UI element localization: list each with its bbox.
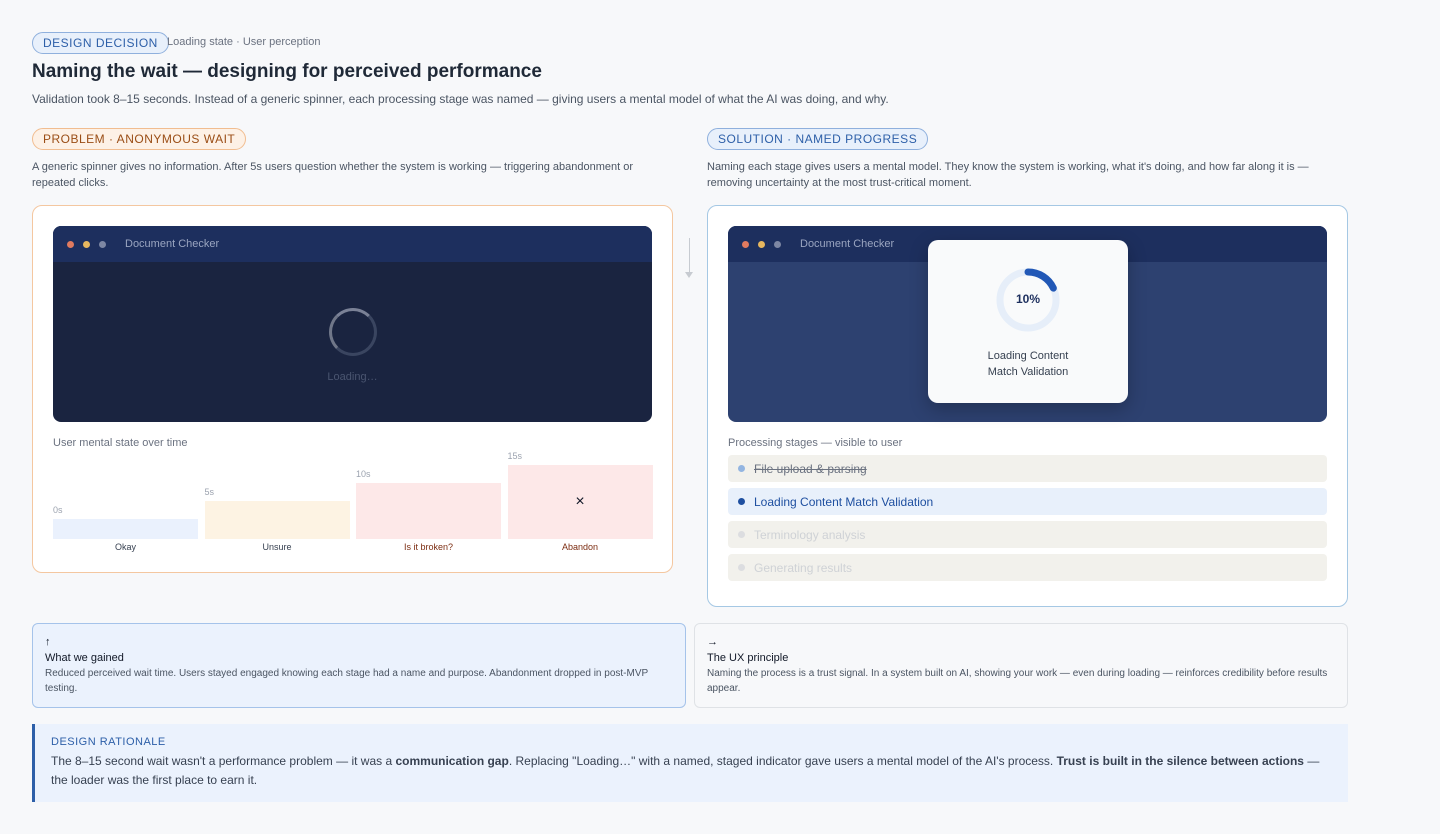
loading-text: Loading… [327, 371, 378, 383]
stage-label: Generating results [754, 560, 853, 575]
spinner-icon [329, 308, 377, 356]
problem-description: A generic spinner gives no information. … [32, 161, 634, 189]
principle-title: The UX principle [707, 652, 789, 664]
chart-bar [53, 519, 198, 539]
arrow-right-icon: → [707, 636, 718, 648]
gain-title: What we gained [45, 652, 124, 664]
window-maximize-dot [774, 240, 781, 248]
stage-label: File upload & parsing [754, 461, 867, 476]
bar-category-label: Abandon [561, 542, 599, 552]
bar-category-label: Is it broken? [403, 542, 454, 552]
progress-dialog: 10% Loading Content Match Validation [928, 240, 1128, 403]
stage-item: Generating results [728, 554, 1327, 581]
stage-dot-icon [738, 498, 745, 505]
progress-label-line2: Match Validation [987, 366, 1069, 378]
stage-label: Loading Content Match Validation [754, 494, 934, 509]
solution-card: Document Checker 10% Loading Content Mat… [707, 205, 1348, 607]
window-title: Document Checker [800, 238, 895, 250]
rationale-emphasis: Trust is built in the silence between ac… [1056, 754, 1304, 768]
gain-card: ↑ What we gained Reduced perceived wait … [32, 623, 686, 708]
chart-bar-group: 15s × [507, 451, 653, 539]
header-meta: Loading state · User perception [167, 36, 321, 48]
window-close-dot [67, 240, 74, 248]
bar-time-label: 10s [356, 469, 371, 479]
chart-bar-group: 0s [53, 505, 198, 539]
stage-dot-icon [738, 465, 745, 472]
chart-bar-group: 5s [204, 487, 350, 539]
divider-line [689, 238, 690, 272]
bar-category-label: Unsure [262, 542, 292, 552]
stage-dot-icon [738, 531, 745, 538]
rationale-body: The 8–15 second wait wasn't a performanc… [51, 752, 1332, 790]
bar-time-label: 5s [204, 487, 215, 497]
window-minimize-dot [83, 240, 90, 248]
window-title: Document Checker [125, 238, 220, 250]
stages-title: Processing stages — visible to user [728, 437, 903, 449]
window-close-dot [742, 240, 749, 248]
arrow-up-icon: ↑ [45, 636, 51, 648]
chart-bar [356, 483, 501, 539]
page-title: Naming the wait — designing for perceive… [32, 61, 542, 82]
rationale-text: . Replacing "Loading…" with a named, sta… [508, 754, 1057, 768]
solution-description: Naming each stage gives users a mental m… [707, 161, 1309, 189]
progress-label: Loading Content Match Validation [928, 348, 1128, 380]
progress-label-line1: Loading Content [987, 350, 1069, 362]
problem-card: Document Checker Loading… User mental st… [32, 205, 673, 573]
page-subtitle: Validation took 8–15 seconds. Instead of… [32, 92, 889, 106]
progress-percent: 10% [1015, 292, 1041, 306]
solution-tag: SOLUTION · NAMED PROGRESS [707, 128, 929, 150]
window-minimize-dot [758, 240, 765, 248]
rationale-text: The 8–15 second wait wasn't a performanc… [51, 754, 396, 768]
problem-app-window: Document Checker Loading… [53, 226, 652, 422]
chart-title: User mental state over time [53, 437, 188, 449]
stage-item: Terminology analysis [728, 521, 1327, 548]
window-maximize-dot [99, 240, 106, 248]
window-title-bar: Document Checker [53, 226, 652, 262]
design-decision-tag: DESIGN DECISION [32, 32, 169, 54]
stage-label: Terminology analysis [754, 527, 866, 542]
stage-dot-icon [738, 564, 745, 571]
bar-category-label: Okay [114, 542, 136, 552]
close-icon: × [575, 493, 585, 510]
principle-card: → The UX principle Naming the process is… [694, 623, 1348, 708]
stage-item: File upload & parsing [728, 455, 1327, 482]
gain-body: Reduced perceived wait time. Users staye… [45, 668, 648, 694]
principle-body: Naming the process is a trust signal. In… [707, 668, 1328, 694]
design-rationale: DESIGN RATIONALE The 8–15 second wait wa… [32, 724, 1348, 802]
rationale-title: DESIGN RATIONALE [51, 736, 166, 748]
chart-bar [204, 501, 350, 539]
chart-bar: × [507, 465, 653, 539]
arrow-down-icon [685, 272, 693, 278]
rationale-emphasis: communication gap [395, 754, 509, 768]
problem-tag: PROBLEM · ANONYMOUS WAIT [32, 128, 247, 150]
bar-time-label: 15s [507, 451, 523, 461]
chart-bar-group: 10s [356, 469, 501, 539]
stage-item-active: Loading Content Match Validation [728, 488, 1327, 515]
bar-time-label: 0s [53, 505, 63, 515]
